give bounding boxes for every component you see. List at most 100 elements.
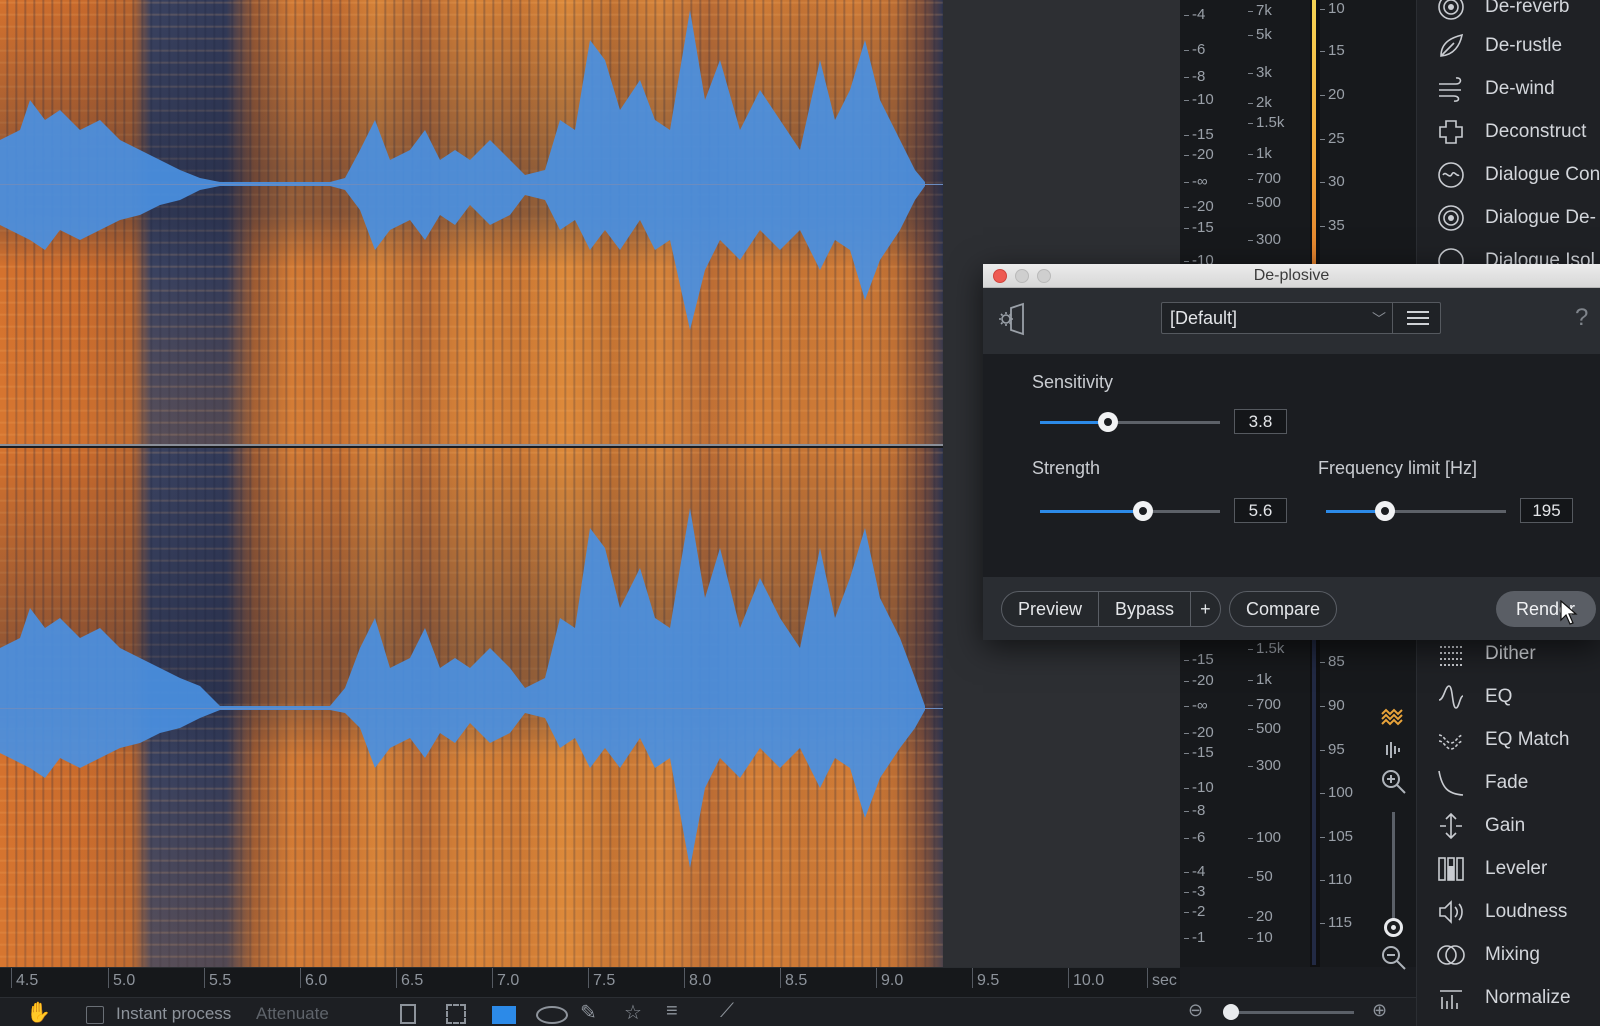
mouse-cursor-icon: [1560, 600, 1578, 625]
zoom-slider-track[interactable]: [1392, 812, 1395, 930]
dialog-header: [Default] ﹀ ?: [983, 288, 1600, 354]
hz-tick: 3k: [1248, 64, 1272, 81]
instant-process-mode[interactable]: Attenuate: [256, 1004, 329, 1024]
db-tick: -20: [1184, 724, 1214, 741]
time-tick: 6.5: [395, 968, 424, 989]
hz-tick: 300: [1248, 231, 1281, 248]
module-item-normalize[interactable]: Normalize: [1417, 976, 1600, 1019]
preset-menu-button[interactable]: [1392, 303, 1442, 333]
de-reverb-icon: [1434, 0, 1468, 24]
sensitivity-value[interactable]: 3.8: [1234, 409, 1287, 434]
dialogue-de-reverb-icon: [1434, 201, 1468, 235]
waveform-left: [0, 10, 925, 330]
level-tick: 100: [1320, 784, 1353, 801]
pencil-tool-icon[interactable]: ⟋: [720, 1000, 734, 1023]
normalize-icon: [1434, 981, 1468, 1015]
hz-tick: 1.5k: [1248, 114, 1284, 131]
module-label: Gain: [1485, 814, 1526, 836]
db-tick: -4: [1184, 6, 1205, 23]
module-label: Deconstruct: [1485, 120, 1587, 142]
db-tick: -3: [1184, 883, 1205, 900]
horizontal-zoom-knob[interactable]: [1223, 1004, 1239, 1020]
frequency-limit-value[interactable]: 195: [1520, 498, 1573, 523]
bypass-button[interactable]: Bypass: [1098, 592, 1190, 626]
module-item-de-wind[interactable]: De-wind: [1417, 67, 1600, 110]
db-tick: -8: [1184, 68, 1205, 85]
spectrogram-view-icon[interactable]: [1380, 706, 1406, 728]
menu-line: [1407, 311, 1429, 313]
time-tick: 7.5: [587, 968, 616, 989]
hand-tool-icon[interactable]: ✋: [26, 1000, 51, 1025]
dialog-title-bar[interactable]: De-plosive: [983, 264, 1600, 288]
module-label: De-wind: [1485, 77, 1555, 99]
loudness-icon: [1434, 895, 1468, 929]
lasso-tool-icon[interactable]: [536, 1006, 568, 1024]
strength-slider[interactable]: [1040, 501, 1220, 521]
hz-tick: 300: [1248, 757, 1281, 774]
time-tick: 7.0: [491, 968, 520, 989]
magic-wand-icon[interactable]: ☆: [624, 1000, 642, 1025]
module-label: Leveler: [1485, 857, 1548, 879]
compare-group: Compare: [1229, 591, 1338, 627]
db-tick: -2: [1184, 903, 1205, 920]
time-selection-icon[interactable]: [400, 1004, 416, 1024]
module-label: Dialogue Con: [1485, 163, 1600, 185]
sensitivity-slider[interactable]: [1040, 412, 1220, 432]
hz-tick: 1.5k: [1248, 640, 1284, 657]
module-item-de-rustle[interactable]: De-rustle: [1417, 24, 1600, 67]
hz-tick: 2k: [1248, 94, 1272, 111]
slider-knob[interactable]: [1098, 412, 1119, 432]
level-tick: 85: [1320, 653, 1345, 670]
zoom-in-icon[interactable]: [1380, 768, 1408, 796]
preset-dropdown[interactable]: [Default] ﹀: [1161, 302, 1441, 334]
horizontal-zoom-track[interactable]: [1226, 1011, 1354, 1014]
slider-knob[interactable]: [1375, 501, 1396, 521]
waveform-view-icon[interactable]: [1380, 740, 1406, 760]
time-tick: 5.0: [107, 968, 136, 989]
leveler-icon: [1434, 852, 1468, 886]
module-chain-icon[interactable]: [997, 302, 1033, 336]
db-tick: -∞: [1184, 697, 1208, 714]
render-button[interactable]: Render: [1496, 591, 1596, 627]
level-tick: 35: [1320, 217, 1345, 234]
zoom-out-icon[interactable]: [1380, 944, 1408, 972]
slider-knob[interactable]: [1132, 501, 1153, 521]
instant-process-label: Instant process: [116, 1004, 232, 1023]
frequency-selection-icon[interactable]: [492, 1006, 516, 1024]
module-label: EQ: [1485, 685, 1513, 707]
compare-button[interactable]: Compare: [1230, 592, 1336, 626]
help-icon[interactable]: ?: [1575, 304, 1588, 332]
instant-process-checkbox[interactable]: [86, 1006, 104, 1024]
zoom-in-horizontal-icon[interactable]: ⊕: [1372, 1000, 1387, 1021]
spectrogram-left-channel[interactable]: [0, 0, 943, 445]
sensitivity-label: Sensitivity: [1032, 372, 1114, 392]
db-tick: -15: [1184, 126, 1214, 143]
module-item-deconstruct[interactable]: Deconstruct: [1417, 110, 1600, 153]
module-label: EQ Match: [1485, 728, 1570, 750]
db-tick: -1: [1184, 929, 1205, 946]
module-item-dialogue-de-reverb[interactable]: Dialogue De-: [1417, 196, 1600, 239]
box-selection-icon[interactable]: [446, 1004, 466, 1024]
module-item-eq-match[interactable]: EQ Match: [1417, 718, 1600, 761]
brush-tool-icon[interactable]: ✎: [580, 1000, 597, 1025]
strength-value[interactable]: 5.6: [1234, 498, 1287, 523]
harmonic-selection-icon[interactable]: ≡: [666, 1000, 678, 1023]
hz-tick: 5k: [1248, 26, 1272, 43]
module-item-mixing[interactable]: Mixing: [1417, 933, 1600, 976]
preview-button[interactable]: Preview: [1002, 592, 1098, 626]
module-item-gain[interactable]: Gain: [1417, 804, 1600, 847]
module-item-loudness[interactable]: Loudness: [1417, 890, 1600, 933]
mixing-icon: [1434, 938, 1468, 972]
time-ruler[interactable]: 4.5 5.0 5.5 6.0 6.5 7.0 7.5 8.0 8.5 9.0 …: [0, 967, 1180, 997]
add-bypass-button[interactable]: +: [1190, 592, 1220, 626]
module-item-leveler[interactable]: Leveler: [1417, 847, 1600, 890]
module-item-dialogue-contour[interactable]: Dialogue Con: [1417, 153, 1600, 196]
strength-label: Strength: [1032, 458, 1101, 478]
eq-match-icon: [1434, 723, 1468, 757]
zoom-slider-knob[interactable]: [1384, 918, 1403, 937]
module-item-eq[interactable]: EQ: [1417, 675, 1600, 718]
module-item-fade[interactable]: Fade: [1417, 761, 1600, 804]
frequency-limit-slider[interactable]: [1326, 501, 1506, 521]
time-tick: 4.5: [10, 968, 39, 989]
zoom-out-horizontal-icon[interactable]: ⊖: [1188, 1000, 1203, 1021]
